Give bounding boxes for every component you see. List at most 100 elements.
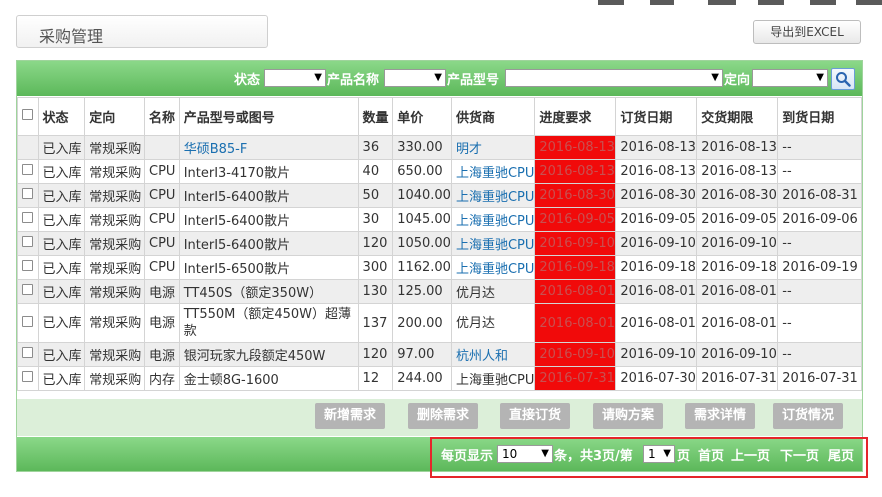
cell-qty: 120 xyxy=(357,342,394,367)
row-checkbox[interactable] xyxy=(17,342,39,367)
chevron-down-icon: ▼ xyxy=(711,72,719,83)
cell-supplier: 优月达 xyxy=(450,303,536,343)
header-supplier[interactable]: 供货商 xyxy=(450,97,536,136)
product-name-filter-label: 产品名称 xyxy=(327,73,380,88)
header-price[interactable]: 单价 xyxy=(392,97,452,136)
cell-name xyxy=(144,135,180,160)
cell-direction: 常规采购 xyxy=(84,255,146,280)
select-all-checkbox[interactable] xyxy=(17,97,39,136)
cell-price: 125.00 xyxy=(392,279,452,304)
export-excel-button[interactable]: 导出到EXCEL xyxy=(753,20,861,44)
cell-direction: 常规采购 xyxy=(84,159,146,184)
header-model[interactable]: 产品型号或图号 xyxy=(178,97,359,136)
chevron-down-icon: ▼ xyxy=(816,72,824,83)
cell-arrival: -- xyxy=(777,303,862,343)
table-row[interactable]: 已入库 常规采购 CPU InterI3-4170散片 40 650.00 上海… xyxy=(17,159,862,184)
cell-supplier-link[interactable]: 明才 xyxy=(450,135,536,160)
purchase-plan-button[interactable]: 请购方案 xyxy=(593,403,663,429)
cell-model: 银河玩家九段额定450W xyxy=(178,342,359,367)
row-checkbox[interactable] xyxy=(17,231,39,256)
cell-deadline: 2016-07-31 xyxy=(696,366,779,391)
cell-supplier: 上海重驰CPU xyxy=(450,366,536,391)
cell-order-date: 2016-08-13 xyxy=(615,135,698,160)
cell-qty: 300 xyxy=(357,255,394,280)
order-status-button[interactable]: 订货情况 xyxy=(773,403,843,429)
request-detail-button[interactable]: 需求详情 xyxy=(685,403,755,429)
table-row[interactable]: 已入库 常规采购 华硕B85-F 36 330.00 明才 2016-08-13… xyxy=(17,135,862,160)
cell-supplier-link[interactable]: 上海重驰CPU xyxy=(450,231,536,256)
purchase-panel: 状态 ▼ 产品名称 ▼ 产品型号 ▼ 定向 ▼ 状态 定向 名称 产品型号或图号… xyxy=(16,60,863,472)
cell-progress: 2016-08-01 xyxy=(534,303,617,343)
header-name[interactable]: 名称 xyxy=(144,97,180,136)
cell-status: 已入库 xyxy=(37,279,86,304)
cell-order-date: 2016-08-01 xyxy=(615,303,698,343)
cell-supplier-link[interactable]: 上海重驰CPU xyxy=(450,159,536,184)
direction-filter-label: 定向 xyxy=(724,73,751,88)
direct-order-button[interactable]: 直接订货 xyxy=(500,403,570,429)
cell-order-date: 2016-08-13 xyxy=(615,159,698,184)
cell-price: 97.00 xyxy=(392,342,452,367)
cell-name: CPU xyxy=(144,207,180,232)
pager-highlight-box xyxy=(430,437,868,478)
cell-arrival: -- xyxy=(777,279,862,304)
table-row[interactable]: 已入库 常规采购 电源 银河玩家九段额定450W 120 97.00 杭州人和 … xyxy=(17,342,862,367)
cell-deadline: 2016-08-01 xyxy=(696,303,779,343)
product-name-filter-select[interactable]: ▼ xyxy=(384,69,446,87)
row-checkbox[interactable] xyxy=(17,159,39,184)
cell-deadline: 2016-08-01 xyxy=(696,279,779,304)
table-row[interactable]: 已入库 常规采购 CPU InterI5-6500散片 300 1162.00 … xyxy=(17,255,862,280)
status-filter-select[interactable]: ▼ xyxy=(264,69,326,87)
table-row[interactable]: 已入库 常规采购 内存 金士顿8G-1600 12 244.00 上海重驰CPU… xyxy=(17,366,862,391)
cell-qty: 50 xyxy=(357,183,394,208)
header-progress[interactable]: 进度要求 xyxy=(534,97,617,136)
header-arrival[interactable]: 到货日期 xyxy=(777,97,862,136)
cell-deadline: 2016-09-10 xyxy=(696,231,779,256)
cell-order-date: 2016-09-10 xyxy=(615,342,698,367)
cell-supplier-link[interactable]: 上海重驰CPU xyxy=(450,183,536,208)
cell-arrival: 2016-09-19 xyxy=(777,255,862,280)
table-row[interactable]: 已入库 常规采购 电源 TT550M（额定450W）超薄款 137 200.00… xyxy=(17,303,862,343)
table-row[interactable]: 已入库 常规采购 CPU InterI5-6400散片 120 1050.00 … xyxy=(17,231,862,256)
search-icon xyxy=(836,72,851,87)
row-checkbox[interactable] xyxy=(17,183,39,208)
header-direction[interactable]: 定向 xyxy=(84,97,146,136)
row-checkbox[interactable] xyxy=(17,207,39,232)
search-button[interactable] xyxy=(831,68,855,90)
cell-qty: 12 xyxy=(357,366,394,391)
cell-status: 已入库 xyxy=(37,159,86,184)
header-order-date[interactable]: 订货日期 xyxy=(615,97,698,136)
cell-direction: 常规采购 xyxy=(84,135,146,160)
cell-order-date: 2016-09-18 xyxy=(615,255,698,280)
cell-deadline: 2016-08-13 xyxy=(696,135,779,160)
cell-name: 电源 xyxy=(144,279,180,304)
row-checkbox[interactable] xyxy=(17,279,39,304)
cell-qty: 137 xyxy=(357,303,394,343)
table-row[interactable]: 已入库 常规采购 电源 TT450S（额定350W） 130 125.00 优月… xyxy=(17,279,862,304)
cell-supplier-link[interactable]: 上海重驰CPU xyxy=(450,255,536,280)
table-row[interactable]: 已入库 常规采购 CPU InterI5-6400散片 50 1040.00 上… xyxy=(17,183,862,208)
new-request-button[interactable]: 新增需求 xyxy=(315,403,385,429)
cell-status: 已入库 xyxy=(37,342,86,367)
cell-price: 200.00 xyxy=(392,303,452,343)
cell-model: InterI5-6500散片 xyxy=(178,255,359,280)
product-model-filter-select[interactable]: ▼ xyxy=(505,69,723,87)
cell-progress: 2016-08-01 xyxy=(534,279,617,304)
row-checkbox[interactable] xyxy=(17,303,39,343)
cell-qty: 36 xyxy=(357,135,394,160)
cell-progress: 2016-07-31 xyxy=(534,366,617,391)
header-status[interactable]: 状态 xyxy=(37,97,86,136)
table-row[interactable]: 已入库 常规采购 CPU InterI5-6400散片 30 1045.00 上… xyxy=(17,207,862,232)
cell-model: TT450S（额定350W） xyxy=(178,279,359,304)
header-qty[interactable]: 数量 xyxy=(357,97,394,136)
direction-filter-select[interactable]: ▼ xyxy=(752,69,828,87)
cell-deadline: 2016-09-10 xyxy=(696,342,779,367)
row-checkbox[interactable] xyxy=(17,366,39,391)
cell-supplier-link[interactable]: 上海重驰CPU xyxy=(450,207,536,232)
delete-request-button[interactable]: 删除需求 xyxy=(408,403,478,429)
header-deadline[interactable]: 交货期限 xyxy=(696,97,779,136)
cell-arrival: 2016-08-31 xyxy=(777,183,862,208)
cell-name: 电源 xyxy=(144,303,180,343)
cell-supplier-link[interactable]: 杭州人和 xyxy=(450,342,536,367)
cell-model-link[interactable]: 华硕B85-F xyxy=(178,135,359,160)
row-checkbox[interactable] xyxy=(17,255,39,280)
